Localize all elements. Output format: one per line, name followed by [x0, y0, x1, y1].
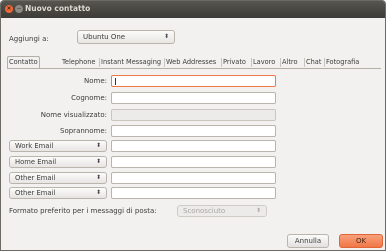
tab-bar: Contatto Telephone Instant Messaging Web…: [7, 56, 381, 68]
email-field[interactable]: [111, 172, 276, 184]
email-type-value: Other Email: [15, 174, 56, 182]
cancel-button[interactable]: Annulla: [287, 234, 329, 248]
email-type-value: Home Email: [15, 158, 57, 166]
soprannome-label: Soprannome:: [60, 127, 107, 135]
preferred-format-label: Formato preferito per i messaggi di post…: [9, 207, 157, 215]
updown-arrows-icon: ⬍: [95, 142, 101, 149]
email-field[interactable]: [111, 187, 276, 199]
ok-button[interactable]: OK: [339, 234, 383, 248]
add-to-label: Aggiungi a:: [9, 35, 49, 43]
address-book-select[interactable]: Ubuntu One ⬍: [77, 30, 175, 44]
cognome-label: Cognome:: [71, 94, 107, 102]
email-type-select[interactable]: Home Email ⬍: [9, 156, 107, 168]
email-type-select[interactable]: Work Email ⬍: [9, 140, 107, 152]
nome-visualizzato-field[interactable]: [111, 109, 276, 121]
close-icon[interactable]: ×: [5, 5, 13, 13]
preferred-format-select[interactable]: Sconosciuto ⬍: [177, 205, 267, 217]
address-book-value: Ubuntu One: [83, 33, 126, 41]
updown-arrows-icon: ⬍: [255, 207, 261, 214]
email-type-value: Other Email: [15, 189, 56, 197]
window-title: Nuovo contatto: [25, 4, 91, 13]
updown-arrows-icon: ⬍: [95, 174, 101, 181]
tab-instant-messaging[interactable]: Instant Messaging: [100, 57, 162, 68]
tab-lavoro[interactable]: Lavoro: [252, 57, 276, 68]
nome-label: Nome:: [83, 77, 107, 85]
email-type-value: Work Email: [15, 142, 54, 150]
updown-arrows-icon: ⬍: [95, 158, 101, 165]
tab-fotografia[interactable]: Fotografia: [325, 57, 360, 68]
tab-telephone[interactable]: Telephone: [61, 57, 97, 68]
email-type-select[interactable]: Other Email ⬍: [9, 187, 107, 199]
minimize-icon[interactable]: −: [15, 5, 23, 13]
email-field[interactable]: [111, 156, 276, 168]
email-type-select[interactable]: Other Email ⬍: [9, 172, 107, 184]
updown-arrows-icon: ⬍: [163, 33, 169, 40]
tab-contatto[interactable]: Contatto: [7, 56, 40, 68]
email-field[interactable]: [111, 140, 276, 152]
tab-chat[interactable]: Chat: [305, 57, 322, 68]
preferred-format-value: Sconosciuto: [183, 207, 226, 215]
tab-altro[interactable]: Altro: [281, 57, 299, 68]
nome-field[interactable]: [111, 75, 276, 87]
soprannome-field[interactable]: [111, 125, 276, 137]
new-contact-dialog: × − Nuovo contatto Aggiungi a: Ubuntu On…: [0, 0, 386, 251]
tab-privato[interactable]: Privato: [222, 57, 247, 68]
title-bar: × − Nuovo contatto: [1, 1, 385, 18]
tab-divider: [7, 68, 381, 69]
nome-visualizzato-label: Nome visualizzato:: [40, 111, 107, 119]
tab-web-addresses[interactable]: Web Addresses: [165, 57, 217, 68]
updown-arrows-icon: ⬍: [95, 189, 101, 196]
text-cursor: [115, 78, 116, 85]
cognome-field[interactable]: [111, 92, 276, 104]
